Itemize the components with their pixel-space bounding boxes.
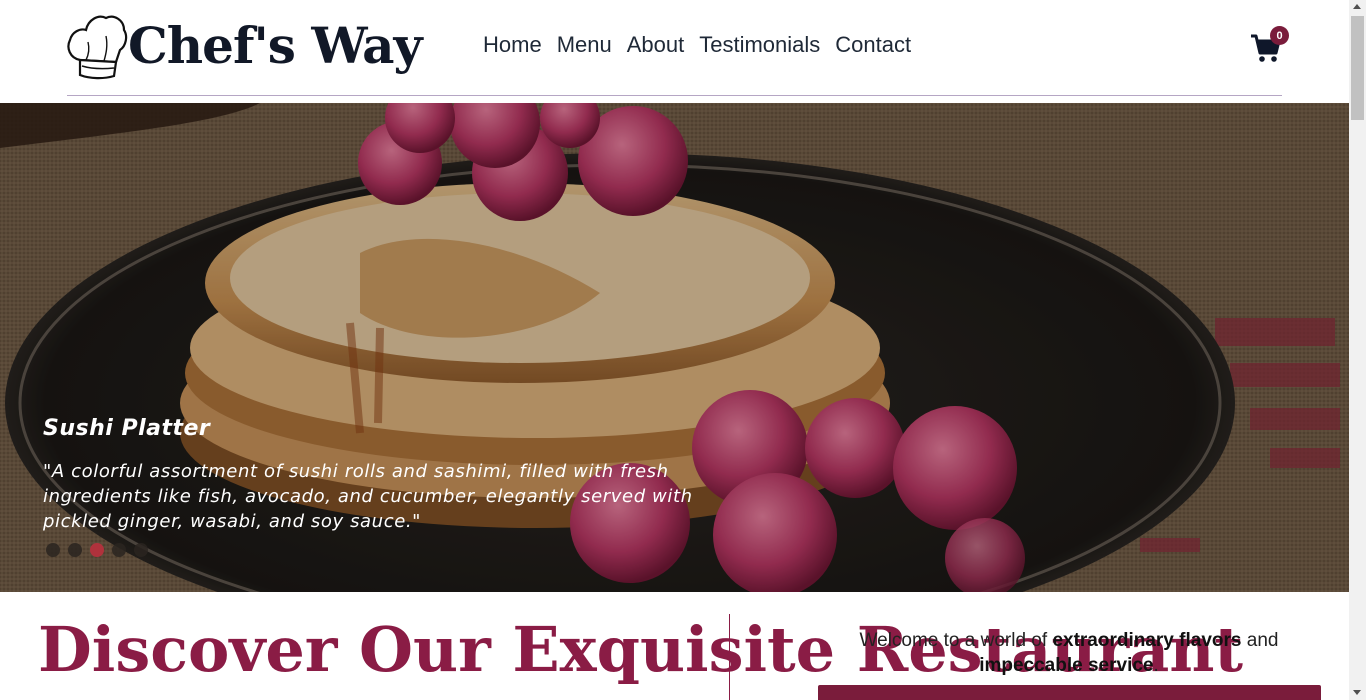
welcome-suffix: .: [1153, 655, 1159, 676]
cart-button[interactable]: 0: [1250, 26, 1290, 64]
welcome-mid: and: [1241, 630, 1279, 651]
section-heading: Discover Our Exquisite Restaurant: [38, 613, 1244, 686]
section-divider: [729, 614, 730, 700]
welcome-text: Welcome to a world of extraordinary flav…: [818, 628, 1320, 678]
welcome-bold-service: impeccable service: [979, 655, 1154, 676]
brand-logo[interactable]: Chef's Way: [66, 12, 423, 80]
cart-count-badge: 0: [1270, 26, 1289, 45]
nav-testimonials[interactable]: Testimonials: [699, 32, 820, 58]
scroll-down-arrow-icon[interactable]: [1353, 690, 1361, 695]
scrollbar-thumb[interactable]: [1351, 16, 1364, 120]
welcome-bold-flavors: extraordinary flavors: [1052, 630, 1242, 651]
main-nav: Home Menu About Testimonials Contact: [483, 32, 911, 58]
carousel-indicators: [46, 543, 148, 557]
welcome-prefix: Welcome to a world of: [859, 630, 1053, 651]
nav-about[interactable]: About: [627, 32, 685, 58]
carousel-dot[interactable]: [112, 543, 126, 557]
nav-home[interactable]: Home: [483, 32, 542, 58]
scroll-up-arrow-icon[interactable]: [1353, 4, 1361, 9]
nav-contact[interactable]: Contact: [835, 32, 911, 58]
site-header: Chef's Way Home Menu About Testimonials …: [0, 0, 1349, 103]
nav-menu[interactable]: Menu: [557, 32, 612, 58]
carousel-dot-active[interactable]: [90, 543, 104, 557]
chef-hat-icon: [67, 15, 128, 80]
slide-caption-title: Sushi Platter: [43, 416, 211, 441]
header-divider: [67, 95, 1282, 96]
cta-button[interactable]: [818, 685, 1321, 700]
page-scrollbar[interactable]: [1349, 0, 1366, 700]
carousel-dot[interactable]: [46, 543, 60, 557]
brand-name: Chef's Way: [128, 16, 423, 75]
carousel-dot[interactable]: [68, 543, 82, 557]
carousel-dot[interactable]: [134, 543, 148, 557]
slide-caption-text: "A colorful assortment of sushi rolls an…: [43, 461, 693, 532]
hero-carousel[interactable]: Sushi Platter "A colorful assortment of …: [0, 103, 1349, 592]
